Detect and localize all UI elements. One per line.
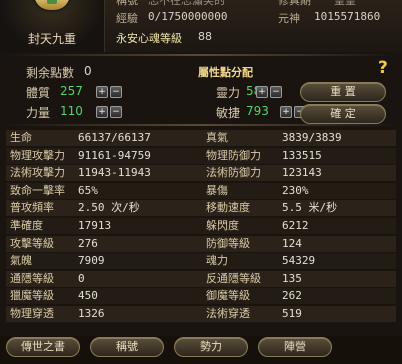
stat-row: 物理攻擊力 91161-94759 物理防御力 133515 — [6, 147, 396, 164]
stat-value: 54329 — [282, 254, 316, 268]
tab-camp[interactable]: 陣營 — [258, 337, 332, 357]
stat-value: 17913 — [78, 219, 112, 232]
stat-label: 法術攻擊力 — [10, 166, 65, 180]
stat-constitution-label: 體質 — [26, 86, 51, 100]
stat-label: 普攻頻率 — [10, 201, 54, 215]
stat-value: 65% — [78, 183, 98, 197]
constitution-minus-button[interactable]: − — [110, 86, 122, 98]
remaining-points-label: 剩余點數 — [26, 66, 75, 80]
stats-table: 生命 66137/66137 真氣 3839/3839 物理攻擊力 91161-94759… — [6, 130, 396, 326]
cultivation-label: 修真期 — [278, 0, 311, 7]
tab-heritage-book[interactable]: 傳世之書 — [6, 337, 80, 357]
stat-label: 反通隱等級 — [206, 271, 261, 285]
stat-label: 通隱等級 — [10, 271, 54, 285]
spirit-minus-button[interactable]: − — [270, 86, 282, 98]
stat-agility-value: 793 — [246, 104, 269, 118]
strength-minus-button[interactable]: − — [110, 106, 122, 118]
stat-value: 133515 — [282, 148, 322, 162]
exp-value: 0/1750000000 — [148, 10, 228, 23]
stat-row: 物理穿透 1326 法術穿透 519 — [6, 306, 396, 322]
spirit-plus-button[interactable]: + — [256, 86, 268, 98]
stat-value: 519 — [282, 307, 302, 320]
confirm-button[interactable]: 確 定 — [300, 104, 386, 124]
tab-faction[interactable]: 勢力 — [174, 337, 248, 357]
allocation-title: 屬性點分配 — [198, 66, 253, 79]
tab-title[interactable]: 稱號 — [90, 337, 164, 357]
title-label: 稱號 — [116, 0, 138, 7]
stat-label: 暴傷 — [206, 183, 228, 197]
stat-value: 91161-94759 — [78, 148, 151, 162]
stat-value: 124 — [282, 236, 302, 250]
stat-value: 262 — [282, 289, 302, 303]
stat-value: 11943-11943 — [78, 166, 151, 180]
stat-label: 獵魔等級 — [10, 289, 54, 303]
stat-row: 普攻頻率 2.50 次/秒 移動速度 5.5 米/秒 — [6, 200, 396, 217]
strength-plus-button[interactable]: + — [96, 106, 108, 118]
cultivation-value: 皇皇 — [334, 0, 356, 7]
stat-label: 物理穿透 — [10, 307, 54, 320]
stat-label: 攻擊等級 — [10, 236, 54, 250]
stat-label: 準確度 — [10, 219, 43, 232]
stat-strength-label: 力量 — [26, 106, 51, 120]
stat-strength-value: 110 — [60, 104, 83, 118]
stat-value: 6212 — [282, 219, 309, 232]
stat-row: 攻擊等級 276 防御等級 124 — [6, 235, 396, 252]
stat-value: 0 — [78, 271, 85, 285]
stat-label: 移動速度 — [206, 201, 250, 215]
stat-agility-label: 敏捷 — [216, 106, 241, 120]
soul-label: 元神 — [278, 12, 300, 25]
stat-value: 3839/3839 — [282, 131, 342, 144]
stat-row: 法術攻擊力 11943-11943 法術防御力 123143 — [6, 165, 396, 182]
stat-label: 法術防御力 — [206, 166, 261, 180]
stat-label: 物理攻擊力 — [10, 148, 65, 162]
heart-level-value: 88 — [198, 30, 212, 43]
agility-plus-button[interactable]: + — [280, 106, 292, 118]
stat-spirit-label: 靈力 — [216, 86, 241, 100]
constitution-plus-button[interactable]: + — [96, 86, 108, 98]
divider — [6, 54, 396, 56]
stat-value: 2.50 次/秒 — [78, 201, 140, 215]
stat-value: 123143 — [282, 166, 322, 180]
stat-value: 230% — [282, 183, 309, 197]
stat-row: 獵魔等級 450 御魔等級 262 — [6, 288, 396, 305]
stat-label: 真氣 — [206, 131, 228, 144]
divider — [6, 124, 396, 126]
stat-label: 生命 — [10, 131, 32, 144]
stat-label: 法術穿透 — [206, 307, 250, 320]
stat-label: 物理防御力 — [206, 148, 261, 162]
stat-label: 防御等級 — [206, 236, 250, 250]
stat-constitution-value: 257 — [60, 84, 83, 98]
stat-value: 135 — [282, 271, 302, 285]
stat-value: 450 — [78, 289, 98, 303]
stat-value: 1326 — [78, 307, 105, 320]
stat-label: 致命一擊率 — [10, 183, 65, 197]
stat-row: 氣魄 7909 魂力 54329 — [6, 253, 396, 270]
title-value: 忘不在忘瀟笑的 — [148, 0, 225, 7]
stat-label: 氣魄 — [10, 254, 32, 268]
reset-button[interactable]: 重 置 — [300, 82, 386, 102]
stat-row: 準確度 17913 躲閃度 6212 — [6, 218, 396, 234]
stat-row: 致命一擊率 65% 暴傷 230% — [6, 182, 396, 199]
stat-value: 5.5 米/秒 — [282, 201, 338, 215]
stat-label: 魂力 — [206, 254, 228, 268]
stat-label: 御魔等級 — [206, 289, 250, 303]
character-title: 封天九重 — [27, 32, 76, 46]
stat-row: 生命 66137/66137 真氣 3839/3839 — [6, 130, 396, 146]
remaining-points-value: 0 — [84, 64, 92, 78]
heart-level-label: 永安心魂等級 — [116, 32, 182, 45]
stat-value: 276 — [78, 236, 98, 250]
stat-label: 躲閃度 — [206, 219, 239, 232]
exp-label: 經驗 — [116, 12, 138, 25]
soul-value: 1015571860 — [314, 10, 381, 23]
stat-value: 66137/66137 — [78, 131, 151, 144]
stat-value: 7909 — [78, 254, 105, 268]
stat-row: 通隱等級 0 反通隱等級 135 — [6, 270, 396, 287]
help-icon[interactable]: ? — [378, 58, 388, 78]
